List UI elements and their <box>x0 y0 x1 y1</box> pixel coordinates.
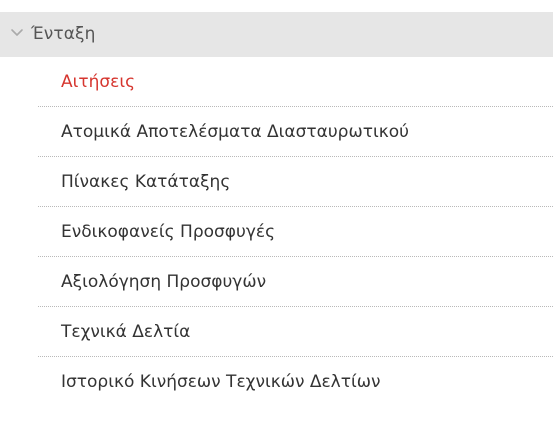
menu-item-label: Αιτήσεις <box>61 72 136 92</box>
menu-item-aitiseis[interactable]: Αιτήσεις <box>0 57 553 107</box>
chevron-down-icon <box>11 29 23 36</box>
menu-item-technika-deltia[interactable]: Τεχνικά Δελτία <box>0 307 553 357</box>
menu-section-header-entaxi[interactable]: Ένταξη <box>0 12 553 57</box>
menu-item-endikofaneis-prosfyges[interactable]: Ενδικοφανείς Προσφυγές <box>0 207 553 257</box>
menu-item-label: Τεχνικά Δελτία <box>61 322 191 342</box>
menu-item-pinakes-katataxis[interactable]: Πίνακες Κατάταξης <box>0 157 553 207</box>
menu-section-header-label: Ένταξη <box>31 24 96 44</box>
menu-item-label: Ενδικοφανείς Προσφυγές <box>61 222 276 242</box>
menu-item-label: Αξιολόγηση Προσφυγών <box>61 272 267 292</box>
menu-item-label: Ατομικά Αποτελέσματα Διασταυρωτικού <box>61 122 409 142</box>
menu-item-axiologisi-prosfygon[interactable]: Αξιολόγηση Προσφυγών <box>0 257 553 307</box>
menu-item-label: Πίνακες Κατάταξης <box>61 172 231 192</box>
menu-item-istoriko-kiniseon[interactable]: Ιστορικό Κινήσεων Τεχνικών Δελτίων <box>0 357 553 407</box>
menu-item-label: Ιστορικό Κινήσεων Τεχνικών Δελτίων <box>61 372 381 392</box>
menu-item-atomika-apotelesmata[interactable]: Ατομικά Αποτελέσματα Διασταυρωτικού <box>0 107 553 157</box>
